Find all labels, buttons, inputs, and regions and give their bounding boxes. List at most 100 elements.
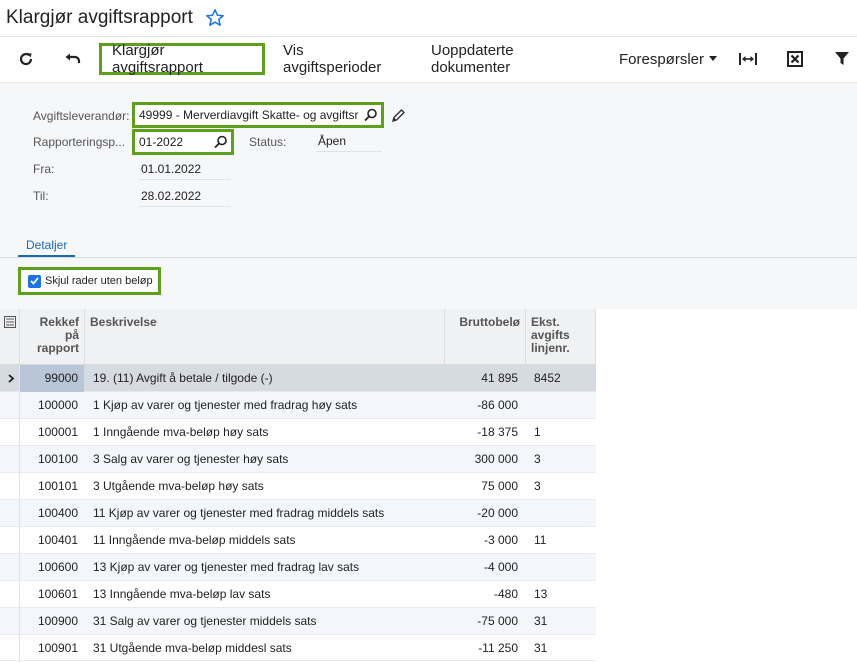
checkbox-checked[interactable] [28, 274, 41, 288]
export-excel-button[interactable] [781, 43, 809, 75]
undo-icon [64, 51, 82, 67]
tabs-divider [0, 257, 857, 258]
cell-code[interactable]: 100100 [20, 446, 84, 473]
cell-amount[interactable]: -11 250 [444, 635, 524, 662]
cell-code[interactable]: 100101 [20, 473, 84, 500]
cell-description[interactable]: 31 Salg av varer og tjenester middels sa… [87, 608, 444, 635]
cell-code[interactable]: 100001 [20, 419, 84, 446]
cell-code[interactable]: 99000 [20, 365, 84, 392]
table-row[interactable]: 100000 1 Kjøp av varer og tjenester med … [0, 392, 596, 419]
cell-amount[interactable]: -20 000 [444, 500, 524, 527]
cell-amount[interactable]: -86 000 [444, 392, 524, 419]
edit-pencil-icon[interactable] [391, 109, 405, 127]
row-indicator [0, 419, 20, 446]
details-grid: Rekkef på rapport Beskrivelse Bruttobelø… [0, 309, 857, 662]
search-icon[interactable] [363, 107, 379, 123]
cell-amount[interactable]: -3 000 [444, 527, 524, 554]
cell-ext-line[interactable] [527, 554, 595, 581]
cell-description[interactable]: 11 Inngående mva-beløp middels sats [87, 527, 444, 554]
cell-description[interactable]: 31 Utgående mva-beløp middesl sats [87, 635, 444, 662]
col-header-ext-line[interactable]: Ekst. avgifts linjenr. [526, 309, 596, 365]
cell-description[interactable]: 19. (11) Avgift å betale / tilgode (-) [87, 365, 444, 392]
inquiries-menu[interactable]: Forespørsler [611, 43, 725, 75]
column-settings-button[interactable] [0, 309, 20, 365]
cell-amount[interactable]: -75 000 [444, 608, 524, 635]
cell-ext-line[interactable]: 31 [527, 608, 595, 635]
fit-columns-button[interactable] [734, 43, 762, 75]
cell-amount[interactable]: -18 375 [444, 419, 524, 446]
view-periods-button[interactable]: Vis avgiftsperioder [273, 42, 413, 76]
cell-ext-line[interactable]: 3 [527, 473, 595, 500]
filter-button[interactable] [828, 43, 856, 75]
cell-code[interactable]: 100900 [20, 608, 84, 635]
period-value: 01-2022 [139, 135, 184, 149]
row-indicator [0, 581, 20, 608]
cell-code[interactable]: 100901 [20, 635, 84, 662]
excel-icon [787, 51, 803, 67]
table-row[interactable]: 100900 31 Salg av varer og tjenester mid… [0, 608, 596, 635]
page-title: Klargjør avgiftsrapport [6, 7, 193, 28]
cell-code[interactable]: 100600 [20, 554, 84, 581]
tab-details[interactable]: Detaljer [18, 233, 76, 257]
inquiries-label: Forespørsler [619, 50, 705, 68]
to-label: Til: [33, 189, 49, 203]
row-indicator [0, 554, 20, 581]
cell-ext-line[interactable]: 8452 [527, 365, 595, 392]
table-row[interactable]: 100401 11 Inngående mva-beløp middels sa… [0, 527, 596, 554]
vendor-lookup[interactable]: 49999 - Merverdiavgift Skatte- og avgift… [132, 102, 384, 128]
cell-amount[interactable]: 41 895 [444, 365, 524, 392]
table-row[interactable]: 100901 31 Utgående mva-beløp middesl sat… [0, 635, 596, 662]
cell-ext-line[interactable]: 3 [527, 446, 595, 473]
cell-description[interactable]: 13 Kjøp av varer og tjenester med fradra… [87, 554, 444, 581]
cell-description[interactable]: 3 Salg av varer og tjenester høy sats [87, 446, 444, 473]
col-header-code[interactable]: Rekkef på rapport [20, 309, 85, 365]
row-indicator [0, 635, 20, 662]
cell-amount[interactable]: -4 000 [444, 554, 524, 581]
cell-ext-line[interactable]: 31 [527, 635, 595, 662]
hide-zero-rows-label: Skjul rader uten beløp [45, 275, 153, 287]
title-bar: Klargjør avgiftsrapport [0, 0, 857, 36]
prepare-report-button[interactable]: Klargjør avgiftsrapport [99, 42, 265, 76]
table-row[interactable]: 99000 19. (11) Avgift å betale / tilgode… [0, 365, 596, 392]
cell-ext-line[interactable]: 11 [527, 527, 595, 554]
table-row[interactable]: 100101 3 Utgående mva-beløp høy sats 75 … [0, 473, 596, 500]
cell-ext-line[interactable]: 13 [527, 581, 595, 608]
hide-zero-rows-filter[interactable]: Skjul rader uten beløp [18, 267, 161, 295]
row-indicator [0, 446, 20, 473]
table-row[interactable]: 100400 11 Kjøp av varer og tjenester med… [0, 500, 596, 527]
cell-description[interactable]: 11 Kjøp av varer og tjenester med fradra… [87, 500, 444, 527]
star-icon[interactable] [205, 8, 225, 28]
table-row[interactable]: 100600 13 Kjøp av varer og tjenester med… [0, 554, 596, 581]
cell-ext-line[interactable] [527, 500, 595, 527]
row-indicator [0, 527, 20, 554]
status-label: Status: [249, 135, 287, 149]
grid-header: Rekkef på rapport Beskrivelse Bruttobelø… [0, 309, 596, 365]
cell-description[interactable]: 1 Kjøp av varer og tjenester med fradrag… [87, 392, 444, 419]
cell-description[interactable]: 3 Utgående mva-beløp høy sats [87, 473, 444, 500]
cell-description[interactable]: 1 Inngående mva-beløp høy sats [87, 419, 444, 446]
vendor-label: Avgiftsleverandør: [33, 109, 130, 123]
refresh-button[interactable] [12, 43, 40, 75]
cell-code[interactable]: 100401 [20, 527, 84, 554]
from-value: 01.01.2022 [139, 158, 231, 180]
col-header-description[interactable]: Beskrivelse [85, 309, 445, 365]
cell-code[interactable]: 100000 [20, 392, 84, 419]
filter-icon [835, 52, 849, 66]
undo-button[interactable] [59, 43, 87, 75]
table-row[interactable]: 100100 3 Salg av varer og tjenester høy … [0, 446, 596, 473]
search-icon[interactable] [213, 134, 229, 150]
period-lookup[interactable]: 01-2022 [132, 129, 234, 155]
cell-amount[interactable]: 300 000 [444, 446, 524, 473]
row-indicator [0, 473, 20, 500]
cell-code[interactable]: 100601 [20, 581, 84, 608]
table-row[interactable]: 100601 13 Inngående mva-beløp lav sats -… [0, 581, 596, 608]
cell-code[interactable]: 100400 [20, 500, 84, 527]
cell-ext-line[interactable]: 1 [527, 419, 595, 446]
table-row[interactable]: 100001 1 Inngående mva-beløp høy sats -1… [0, 419, 596, 446]
unupdated-documents-button[interactable]: Uoppdaterte dokumenter [421, 42, 603, 76]
cell-amount[interactable]: 75 000 [444, 473, 524, 500]
cell-ext-line[interactable] [527, 392, 595, 419]
cell-amount[interactable]: -480 [444, 581, 524, 608]
cell-description[interactable]: 13 Inngående mva-beløp lav sats [87, 581, 444, 608]
col-header-amount[interactable]: Bruttobelø [445, 309, 526, 365]
